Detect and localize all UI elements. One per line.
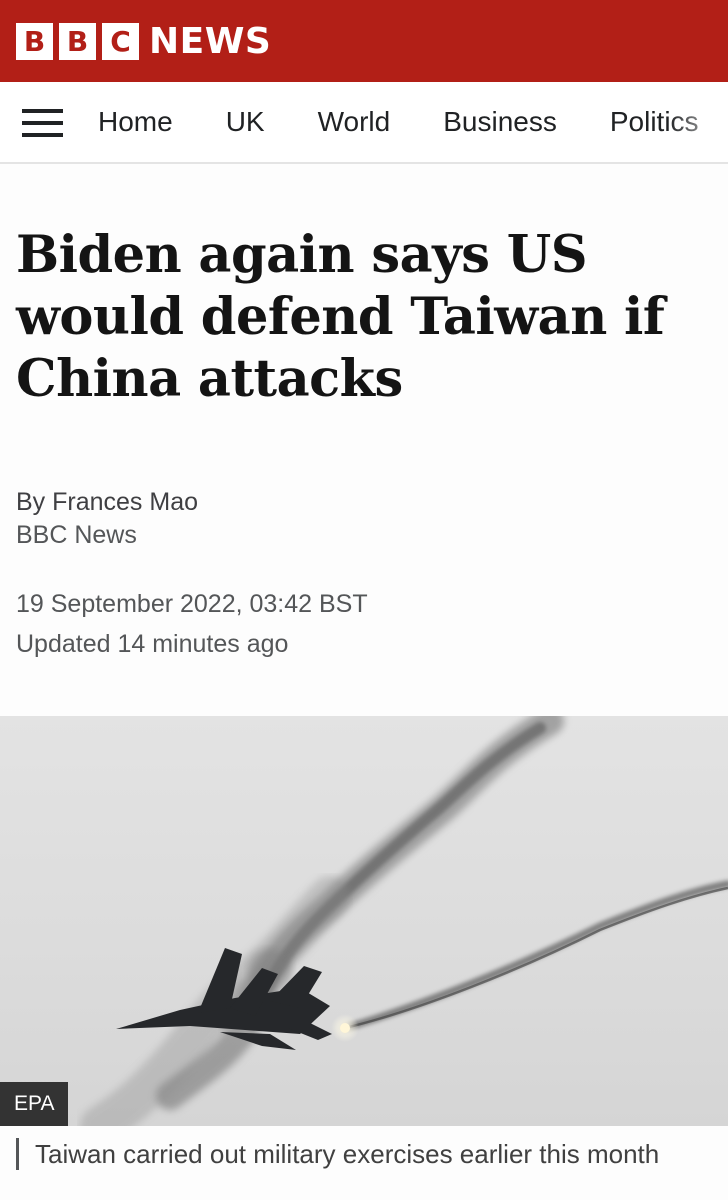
updated-timestamp: Updated 14 minutes ago bbox=[16, 630, 289, 658]
nav-item-home[interactable]: Home bbox=[98, 106, 173, 138]
section-nav: Home UK World Business Politics bbox=[0, 82, 728, 164]
logo-letter-b2: B bbox=[59, 23, 96, 60]
bbc-news-logo[interactable]: B B C NEWS bbox=[16, 21, 271, 62]
logo-news-text: NEWS bbox=[149, 21, 272, 62]
nav-item-world[interactable]: World bbox=[318, 106, 391, 138]
author-source: BBC News bbox=[16, 521, 137, 549]
image-caption: Taiwan carried out military exercises ea… bbox=[16, 1138, 706, 1170]
byline: By Frances Mao BBC News bbox=[16, 486, 198, 552]
published-timestamp: 19 September 2022, 03:42 BST bbox=[16, 590, 368, 618]
hero-image bbox=[0, 716, 728, 1126]
nav-item-uk[interactable]: UK bbox=[226, 106, 265, 138]
nav-item-politics[interactable]: Politics bbox=[610, 106, 699, 138]
author-name: By Frances Mao bbox=[16, 488, 199, 516]
nav-item-business[interactable]: Business bbox=[443, 106, 557, 138]
article-headline: Biden again says US would defend Taiwan … bbox=[16, 225, 665, 409]
logo-letter-c: C bbox=[102, 23, 139, 60]
image-credit: EPA bbox=[0, 1082, 69, 1126]
hamburger-menu-icon[interactable] bbox=[22, 109, 63, 137]
dateline: 19 September 2022, 03:42 BST Updated 14 … bbox=[16, 584, 368, 664]
fighter-jet-image bbox=[80, 716, 728, 1126]
nav-items: Home UK World Business Politics bbox=[98, 82, 728, 162]
site-header: B B C NEWS bbox=[0, 0, 728, 82]
logo-letter-b1: B bbox=[16, 23, 53, 60]
